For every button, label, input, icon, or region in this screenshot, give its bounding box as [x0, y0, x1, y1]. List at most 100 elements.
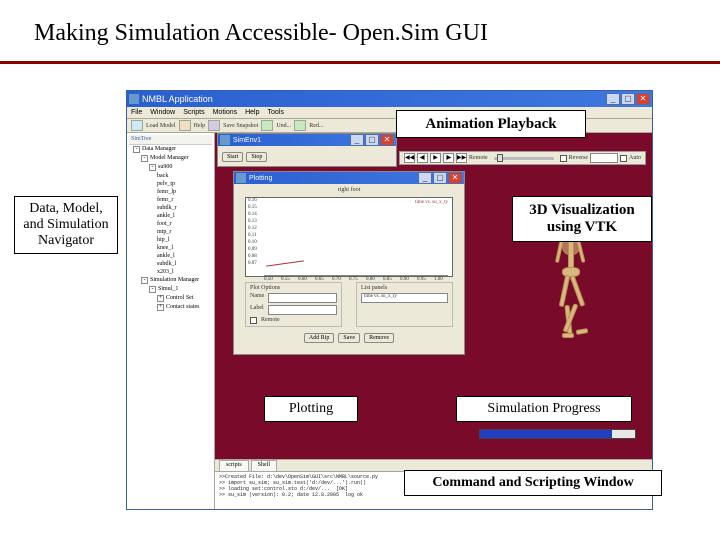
snapshot-icon[interactable]	[208, 120, 220, 131]
close-button[interactable]: ✕	[448, 172, 462, 184]
redo-icon[interactable]	[294, 120, 306, 131]
chart-area[interactable]: time vs. su_x_ty 0.160.150.140.130.120.1…	[245, 197, 453, 277]
label-label: Label	[250, 305, 264, 317]
fast-fwd-button[interactable]: ▶▶	[456, 153, 467, 163]
start-button[interactable]: Start	[222, 152, 243, 162]
foot-right	[576, 328, 589, 335]
remove-button[interactable]: Remove	[364, 333, 394, 343]
tree-item[interactable]: pelv_tp	[129, 180, 212, 188]
plot-options-group: Plot Options Name Label Remote	[245, 282, 342, 327]
tree-item[interactable]: femr_r	[129, 196, 212, 204]
navigator-panel: SimTree -Data Manager-Model Manager-su90…	[127, 133, 215, 509]
tree-item[interactable]: +Contact states	[129, 303, 212, 312]
menu-scripts[interactable]: Scripts	[183, 107, 204, 118]
add-rip-button[interactable]: Add Rip	[304, 333, 335, 343]
menu-file[interactable]: File	[131, 107, 142, 118]
chart-title: right foot	[237, 187, 461, 195]
tree-item[interactable]: ankle_l	[129, 252, 212, 260]
step-fwd-button[interactable]: |▶	[443, 153, 454, 163]
tree-view[interactable]: -Data Manager-Model Manager-su900backpel…	[129, 145, 212, 312]
undo-button[interactable]: Und...	[276, 123, 291, 129]
slider-thumb[interactable]	[497, 154, 503, 162]
navigator-tab[interactable]: SimTree	[129, 135, 212, 145]
menu-help[interactable]: Help	[245, 107, 259, 118]
reverse-label: Reverse	[569, 155, 588, 161]
tree-item[interactable]: x203_l	[129, 268, 212, 276]
maximize-button[interactable]: ▢	[621, 93, 635, 105]
tree-item[interactable]: -Simulation Manager	[129, 276, 212, 285]
close-button[interactable]: ✕	[636, 93, 650, 105]
tree-item[interactable]: mtp_r	[129, 228, 212, 236]
callout-viz3d: 3D Visualization using VTK	[512, 196, 652, 242]
tree-item[interactable]: femr_lp	[129, 188, 212, 196]
femur-right	[570, 275, 586, 307]
tree-item[interactable]: subtlk_l	[129, 260, 212, 268]
time-slider[interactable]	[494, 157, 554, 160]
tree-item[interactable]: +Control Set	[129, 294, 212, 303]
rewind-button[interactable]: ◀◀	[404, 153, 415, 163]
auto-checkbox[interactable]	[620, 155, 627, 162]
tree-item[interactable]: knee_l	[129, 244, 212, 252]
plot-window-title: Plotting	[249, 175, 417, 182]
plot-window: Plotting _ ▢ ✕ right foot time vs. su_x_…	[233, 171, 465, 355]
name-select[interactable]	[268, 293, 337, 303]
remote-label: Remote	[261, 317, 280, 324]
foot-left	[562, 333, 574, 338]
window-icon	[220, 135, 230, 145]
maximize-button[interactable]: ▢	[365, 134, 379, 146]
divider	[0, 61, 720, 64]
help-icon[interactable]	[179, 120, 191, 131]
app-icon	[129, 94, 139, 104]
plot-options-title: Plot Options	[250, 285, 337, 291]
sim-window-title: SimEnv1	[233, 137, 349, 144]
tree-item[interactable]: -Model Manager	[129, 154, 212, 163]
tree-item[interactable]: -Data Manager	[129, 145, 212, 154]
name-label: Name	[250, 293, 264, 305]
app-window: NMBL Application _ ▢ ✕ File Window Scrip…	[126, 90, 653, 510]
tree-item[interactable]: -su900	[129, 163, 212, 172]
callout-animation: Animation Playback	[396, 110, 586, 138]
tree-item[interactable]: foot_r	[129, 220, 212, 228]
minimize-button[interactable]: _	[418, 172, 432, 184]
list-panels-title: List panels	[361, 285, 448, 291]
tree-item[interactable]: hip_l	[129, 236, 212, 244]
tab-shell[interactable]: Shell	[251, 460, 277, 471]
callout-navigator: Data, Model, and Simulation Navigator	[14, 196, 118, 254]
play-button[interactable]: ▶	[430, 153, 441, 163]
save-snapshot-button[interactable]: Save Snapshot	[223, 123, 258, 129]
tab-scripts[interactable]: scripts	[219, 460, 249, 471]
minimize-button[interactable]: _	[350, 134, 364, 146]
minimize-button[interactable]: _	[606, 93, 620, 105]
reverse-checkbox[interactable]	[560, 155, 567, 162]
maximize-button[interactable]: ▢	[433, 172, 447, 184]
help-button[interactable]: Help	[194, 123, 206, 129]
tree-item[interactable]: -Simul_1	[129, 285, 212, 294]
redo-button[interactable]: Red...	[309, 123, 323, 129]
tree-item[interactable]: ankle_l	[129, 212, 212, 220]
step-back-button[interactable]: ◀|	[417, 153, 428, 163]
tree-item[interactable]: subtlk_r	[129, 204, 212, 212]
menu-motions[interactable]: Motions	[213, 107, 238, 118]
stop-button[interactable]: Stop	[246, 152, 267, 162]
progress-bar	[479, 429, 636, 439]
panel-list[interactable]: time vs. su_x_ty	[361, 293, 448, 303]
tree-item[interactable]: back	[129, 172, 212, 180]
menu-tools[interactable]: Tools	[268, 107, 284, 118]
close-button[interactable]: ✕	[380, 134, 394, 146]
remote-checkbox[interactable]	[250, 317, 257, 324]
load-model-button[interactable]: Load Model	[146, 123, 176, 129]
progress-area	[469, 429, 646, 449]
callout-scripting: Command and Scripting Window	[404, 470, 662, 496]
open-icon[interactable]	[131, 120, 143, 131]
list-panels-group: List panels time vs. su_x_ty	[356, 282, 453, 327]
app-titlebar[interactable]: NMBL Application _ ▢ ✕	[127, 91, 652, 107]
window-icon	[236, 173, 246, 183]
chart-line	[266, 260, 304, 266]
frame-input[interactable]	[590, 153, 618, 163]
save-button[interactable]: Save	[338, 333, 360, 343]
menu-window[interactable]: Window	[150, 107, 175, 118]
viewport-3d[interactable]: SimEnv1 _ ▢ ✕ Start Stop ◀◀ ◀| ▶ |▶ ▶▶	[215, 133, 652, 509]
label-select[interactable]	[268, 305, 337, 315]
undo-icon[interactable]	[261, 120, 273, 131]
content: SimTree -Data Manager-Model Manager-su90…	[127, 133, 652, 509]
